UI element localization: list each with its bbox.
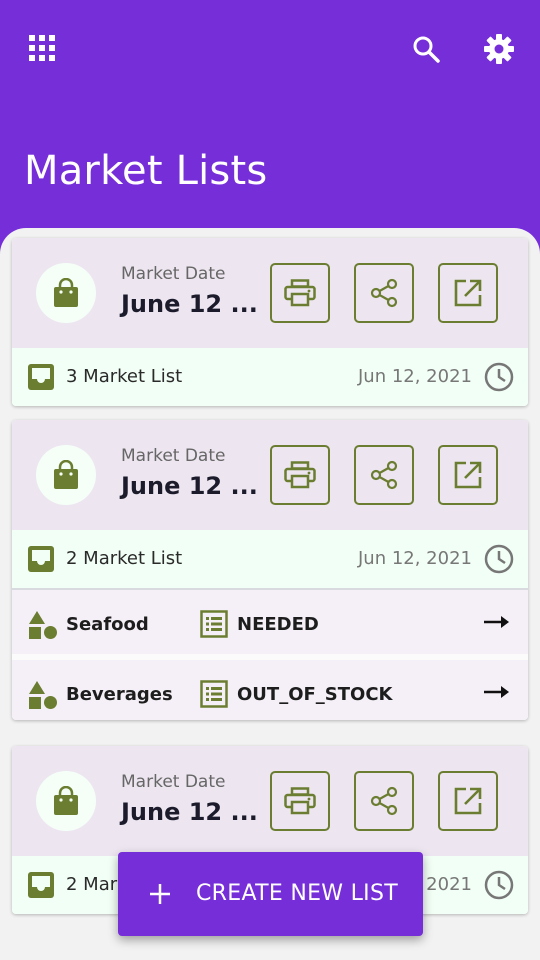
- print-icon: [284, 279, 316, 307]
- market-card[interactable]: Market Date June 12 ...: [12, 420, 528, 720]
- arrow-right-icon[interactable]: [484, 614, 510, 630]
- arrow-right-icon[interactable]: [484, 684, 510, 700]
- open-external-button[interactable]: [438, 263, 498, 323]
- category-label: Beverages: [66, 684, 173, 705]
- open-external-button[interactable]: [438, 445, 498, 505]
- open-external-icon: [454, 279, 482, 307]
- clock-icon: [484, 362, 514, 392]
- category-shapes-icon: [29, 681, 57, 709]
- market-date-label: Market Date: [121, 772, 226, 792]
- market-date-text: Jun 12, 2021: [357, 548, 472, 569]
- print-button[interactable]: [270, 771, 330, 831]
- card-footer: 3 Market List Jun 12, 2021: [12, 348, 528, 406]
- card-header: Market Date June 12 ...: [12, 746, 528, 856]
- shopping-bag-icon: [54, 278, 78, 307]
- status-label: NEEDED: [237, 614, 319, 635]
- share-button[interactable]: [354, 263, 414, 323]
- app-header: Market Lists: [0, 0, 540, 260]
- open-external-icon: [454, 461, 482, 489]
- open-external-icon: [454, 787, 482, 815]
- plus-icon: [150, 884, 170, 904]
- market-date-value: June 12 ...: [121, 798, 258, 826]
- card-header: Market Date June 12 ...: [12, 420, 528, 530]
- market-list-count: 3 Market List: [66, 366, 183, 387]
- print-button[interactable]: [270, 263, 330, 323]
- share-icon: [370, 278, 398, 308]
- market-date-label: Market Date: [121, 446, 226, 466]
- category-shapes-icon: [29, 611, 57, 639]
- market-date-text: Jun 12, 2021: [357, 366, 472, 387]
- search-icon[interactable]: [408, 31, 444, 67]
- market-date-label: Market Date: [121, 264, 226, 284]
- card-header: Market Date June 12 ...: [12, 238, 528, 348]
- shopping-bag-icon: [54, 786, 78, 815]
- list-icon: [200, 680, 228, 708]
- print-icon: [284, 461, 316, 489]
- avatar: [36, 771, 96, 831]
- market-date-value: June 12 ...: [121, 472, 258, 500]
- page-title: Market Lists: [24, 148, 268, 194]
- create-new-list-label: CREATE NEW LIST: [196, 881, 398, 906]
- share-icon: [370, 460, 398, 490]
- status-label: OUT_OF_STOCK: [237, 684, 393, 705]
- gear-icon[interactable]: [480, 30, 518, 68]
- inbox-icon: [28, 546, 54, 572]
- list-icon: [200, 610, 228, 638]
- market-date-value: June 12 ...: [121, 290, 258, 318]
- open-external-button[interactable]: [438, 771, 498, 831]
- clock-icon: [484, 870, 514, 900]
- print-button[interactable]: [270, 445, 330, 505]
- print-icon: [284, 787, 316, 815]
- list-item[interactable]: Seafood NEEDED: [12, 588, 528, 654]
- card-footer: 2 Market List Jun 12, 2021: [12, 530, 528, 588]
- inbox-icon: [28, 364, 54, 390]
- clock-icon: [484, 544, 514, 574]
- share-button[interactable]: [354, 771, 414, 831]
- category-label: Seafood: [66, 614, 149, 635]
- inbox-icon: [28, 872, 54, 898]
- apps-grid-icon[interactable]: [26, 32, 58, 64]
- share-icon: [370, 786, 398, 816]
- avatar: [36, 445, 96, 505]
- create-new-list-button[interactable]: CREATE NEW LIST: [118, 852, 423, 936]
- list-item[interactable]: Beverages OUT_OF_STOCK: [12, 654, 528, 720]
- share-button[interactable]: [354, 445, 414, 505]
- market-list-count: 2 Market List: [66, 548, 183, 569]
- avatar: [36, 263, 96, 323]
- content-area: Market Date June 12 ... 3 Market List Ju…: [0, 228, 540, 960]
- shopping-bag-icon: [54, 460, 78, 489]
- market-card[interactable]: Market Date June 12 ...: [12, 238, 528, 406]
